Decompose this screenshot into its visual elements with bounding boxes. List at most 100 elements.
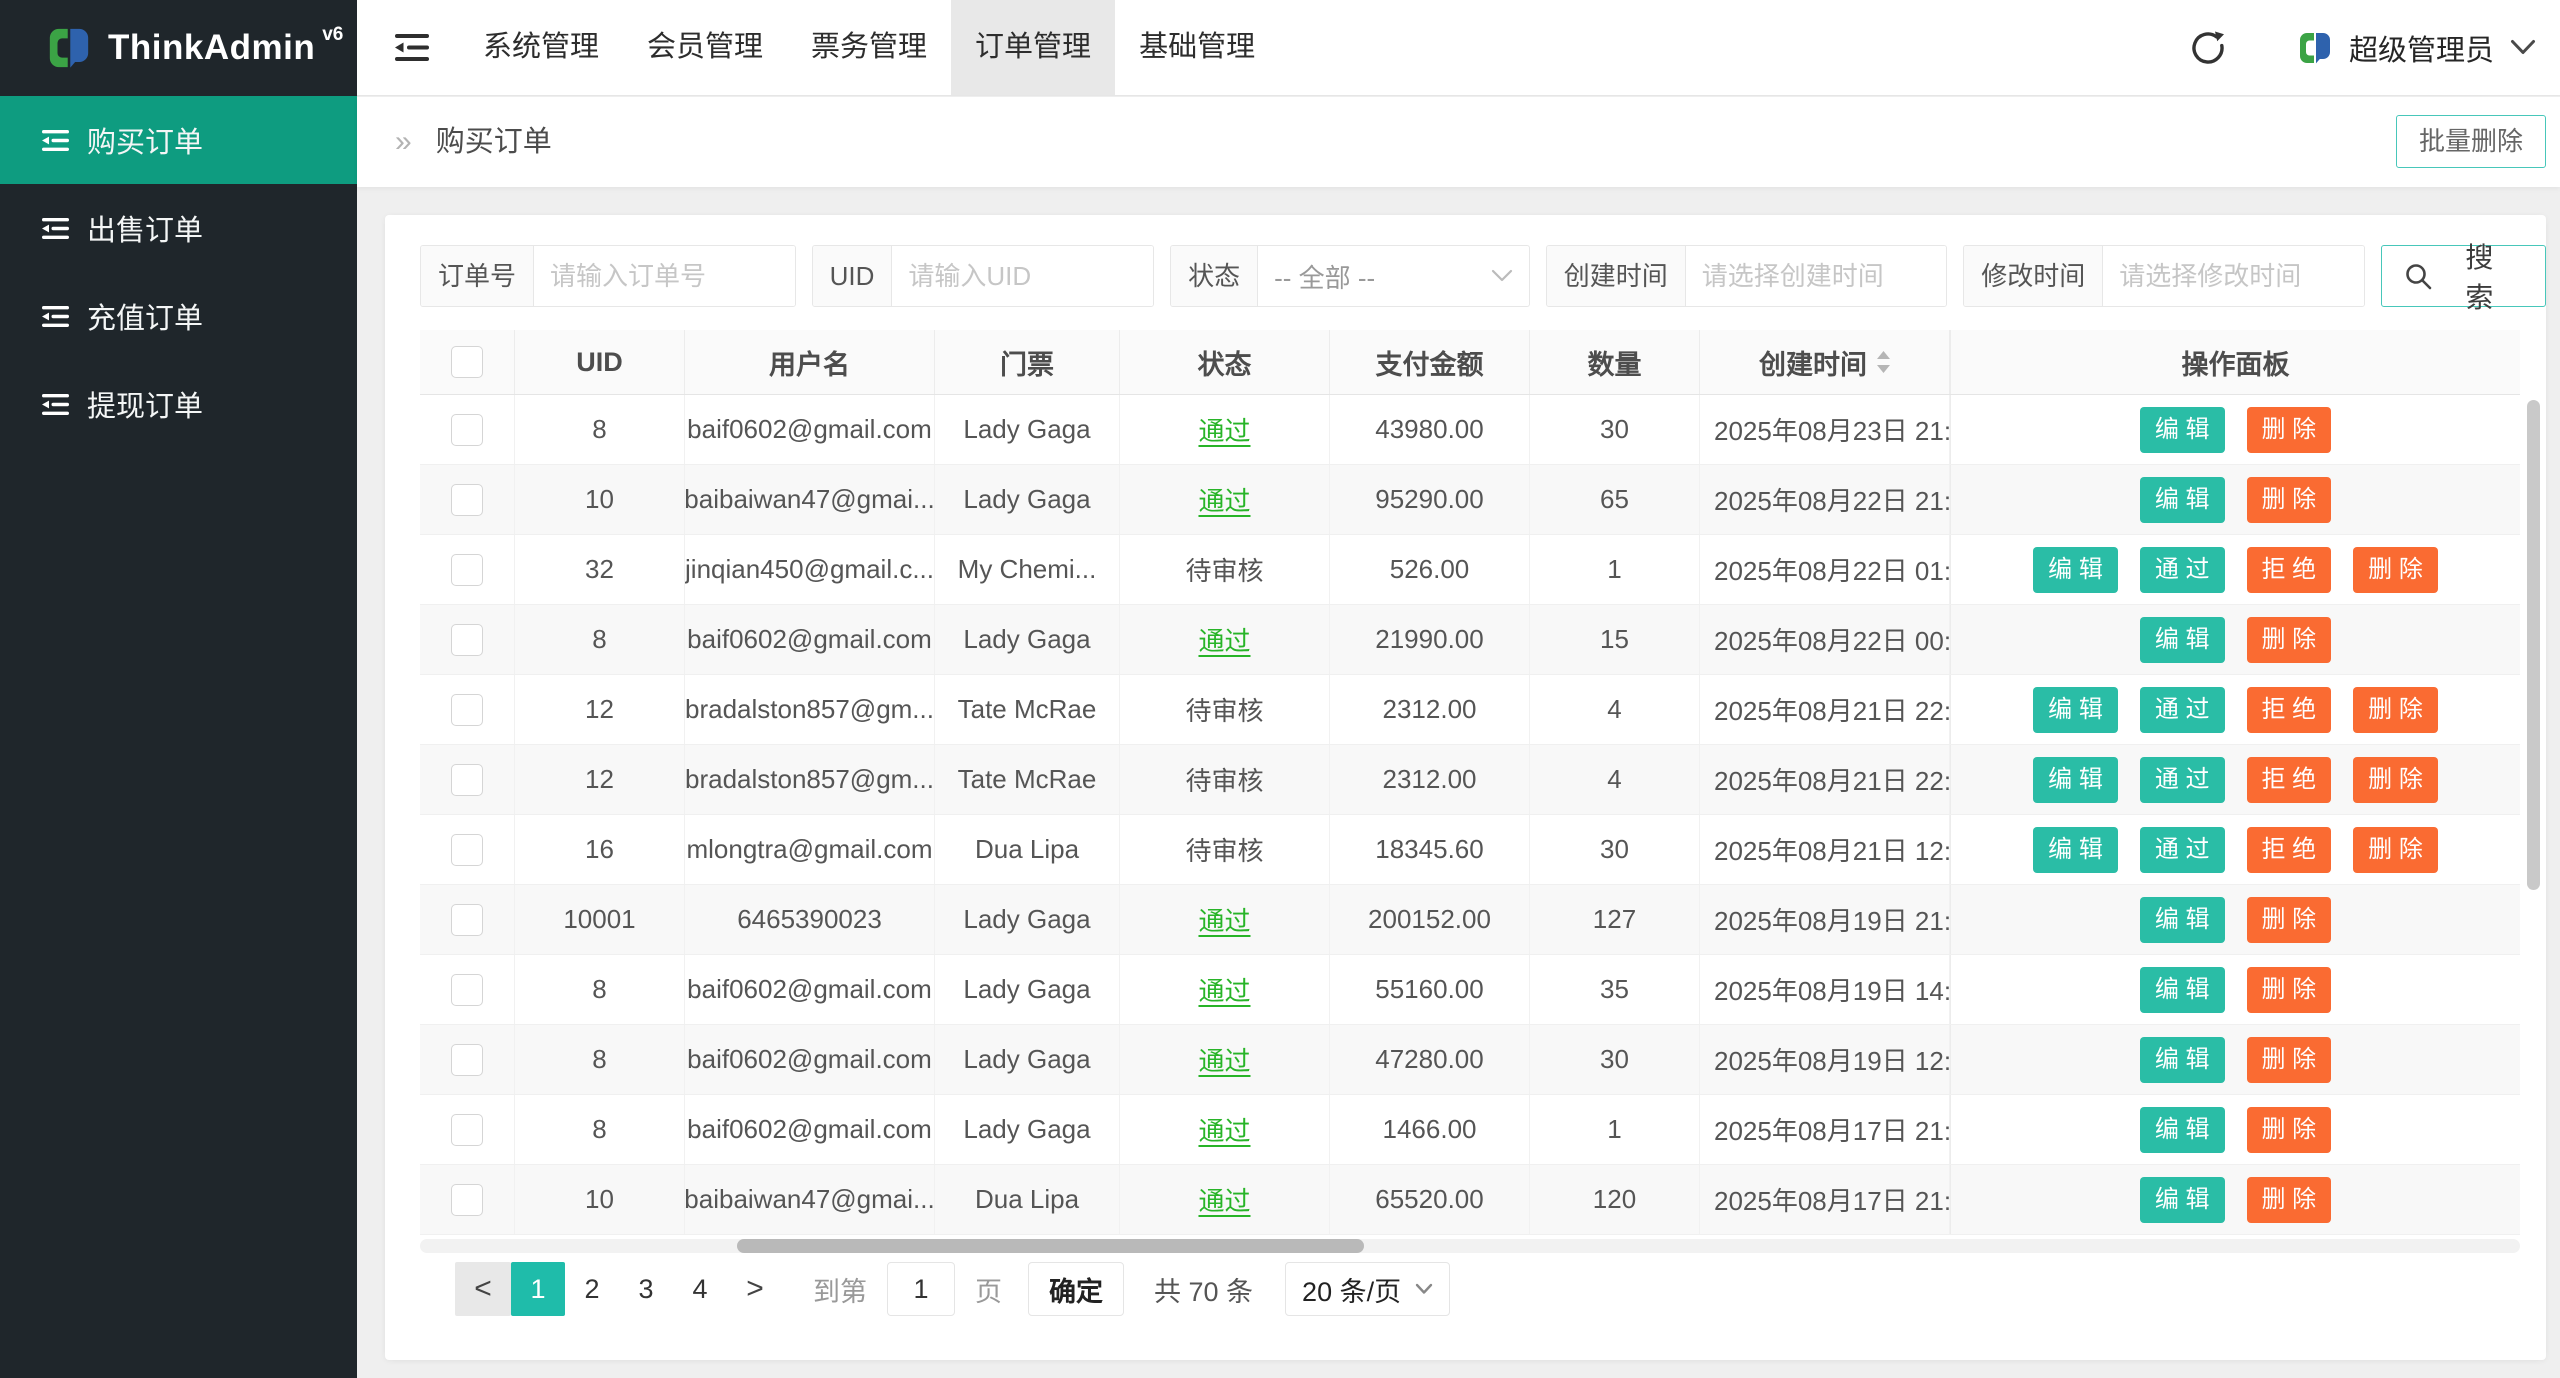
delete-button[interactable]: 删 除 — [2247, 617, 2332, 663]
page-number-2[interactable]: 2 — [565, 1262, 619, 1316]
delete-button[interactable]: 删 除 — [2353, 827, 2438, 873]
delete-button[interactable]: 删 除 — [2247, 1037, 2332, 1083]
row-checkbox[interactable] — [451, 1114, 483, 1146]
goto-page-prefix: 到第 — [813, 1270, 867, 1309]
sidebar-item-withdraw-orders[interactable]: 提现订单 — [0, 360, 357, 448]
edit-button[interactable]: 编 辑 — [2140, 407, 2225, 453]
delete-button[interactable]: 删 除 — [2353, 757, 2438, 803]
status-badge[interactable]: 待审核 — [1185, 691, 1263, 728]
cell-ticket: Dua Lipa — [935, 1165, 1120, 1234]
filter-status-select[interactable]: -- 全部 -- — [1258, 246, 1529, 306]
delete-button[interactable]: 删 除 — [2247, 477, 2332, 523]
row-checkbox[interactable] — [451, 1044, 483, 1076]
sidebar-item-buy-orders[interactable]: 购买订单 — [0, 96, 357, 184]
status-badge[interactable]: 待审核 — [1185, 551, 1263, 588]
edit-button[interactable]: 编 辑 — [2033, 547, 2118, 593]
delete-button[interactable]: 删 除 — [2247, 1107, 2332, 1153]
edit-button[interactable]: 编 辑 — [2033, 687, 2118, 733]
delete-button[interactable]: 删 除 — [2353, 547, 2438, 593]
cell-uid: 8 — [515, 955, 685, 1024]
status-badge[interactable]: 通过 — [1198, 971, 1250, 1008]
page-number-1[interactable]: 1 — [511, 1262, 565, 1316]
approve-button[interactable]: 通 过 — [2140, 687, 2225, 733]
edit-button[interactable]: 编 辑 — [2140, 617, 2225, 663]
approve-button[interactable]: 通 过 — [2140, 757, 2225, 803]
tab-ticket[interactable]: 票务管理 — [787, 0, 951, 95]
filter-create-time-input[interactable] — [1686, 246, 1947, 306]
vertical-scrollbar[interactable] — [2527, 400, 2540, 890]
page-size-select[interactable]: 20 条/页 — [1285, 1262, 1450, 1316]
page-number-4[interactable]: 4 — [673, 1262, 727, 1316]
delete-button[interactable]: 删 除 — [2247, 407, 2332, 453]
status-badge[interactable]: 待审核 — [1185, 831, 1263, 868]
row-checkbox[interactable] — [451, 554, 483, 586]
row-checkbox[interactable] — [451, 834, 483, 866]
row-checkbox[interactable] — [451, 974, 483, 1006]
status-badge[interactable]: 通过 — [1198, 1041, 1250, 1078]
goto-confirm-button[interactable]: 确定 — [1028, 1262, 1124, 1316]
row-checkbox[interactable] — [451, 484, 483, 516]
edit-button[interactable]: 编 辑 — [2140, 1177, 2225, 1223]
edit-button[interactable]: 编 辑 — [2140, 477, 2225, 523]
status-badge[interactable]: 通过 — [1198, 901, 1250, 938]
cell-quantity: 4 — [1530, 745, 1700, 814]
reject-button[interactable]: 拒 绝 — [2247, 827, 2332, 873]
status-badge[interactable]: 通过 — [1198, 411, 1250, 448]
next-page-button[interactable]: > — [727, 1262, 783, 1316]
cell-operations: 编 辑通 过拒 绝删 除 — [1950, 675, 2520, 744]
tab-order[interactable]: 订单管理 — [951, 0, 1115, 95]
row-checkbox[interactable] — [451, 414, 483, 446]
refresh-icon[interactable] — [2191, 31, 2225, 65]
filter-update-time-input[interactable] — [2103, 246, 2364, 306]
edit-button[interactable]: 编 辑 — [2033, 827, 2118, 873]
sort-icon[interactable] — [1877, 351, 1890, 373]
cell-username: bradalston857@gm... — [685, 745, 935, 814]
cell-operations: 编 辑通 过拒 绝删 除 — [1950, 535, 2520, 604]
status-badge[interactable]: 待审核 — [1185, 761, 1263, 798]
delete-button[interactable]: 删 除 — [2247, 967, 2332, 1013]
goto-page-input[interactable] — [887, 1262, 955, 1316]
reject-button[interactable]: 拒 绝 — [2247, 757, 2332, 803]
cell-status: 通过 — [1120, 955, 1330, 1024]
select-all-checkbox[interactable] — [451, 346, 483, 378]
cell-quantity: 65 — [1530, 465, 1700, 534]
status-badge[interactable]: 通过 — [1198, 1181, 1250, 1218]
tab-member[interactable]: 会员管理 — [623, 0, 787, 95]
filter-order-no-input[interactable] — [534, 246, 796, 306]
tab-basic[interactable]: 基础管理 — [1115, 0, 1279, 95]
row-checkbox[interactable] — [451, 904, 483, 936]
tab-system[interactable]: 系统管理 — [459, 0, 623, 95]
row-checkbox[interactable] — [451, 624, 483, 656]
reject-button[interactable]: 拒 绝 — [2247, 547, 2332, 593]
status-badge[interactable]: 通过 — [1198, 1111, 1250, 1148]
prev-page-button[interactable]: < — [455, 1262, 511, 1316]
sidebar-item-recharge-orders[interactable]: 充值订单 — [0, 272, 357, 360]
row-checkbox[interactable] — [451, 764, 483, 796]
delete-button[interactable]: 删 除 — [2247, 1177, 2332, 1223]
row-checkbox[interactable] — [451, 694, 483, 726]
edit-button[interactable]: 编 辑 — [2140, 967, 2225, 1013]
edit-button[interactable]: 编 辑 — [2033, 757, 2118, 803]
approve-button[interactable]: 通 过 — [2140, 827, 2225, 873]
delete-button[interactable]: 删 除 — [2247, 897, 2332, 943]
cell-ticket: My Chemi... — [935, 535, 1120, 604]
delete-button[interactable]: 删 除 — [2353, 687, 2438, 733]
cell-amount: 65520.00 — [1330, 1165, 1530, 1234]
user-menu[interactable]: 超级管理员 — [2297, 27, 2536, 69]
edit-button[interactable]: 编 辑 — [2140, 1107, 2225, 1153]
approve-button[interactable]: 通 过 — [2140, 547, 2225, 593]
reject-button[interactable]: 拒 绝 — [2247, 687, 2332, 733]
search-button[interactable]: 搜 索 — [2381, 245, 2546, 307]
horizontal-scrollbar[interactable] — [737, 1239, 1364, 1253]
status-badge[interactable]: 通过 — [1198, 481, 1250, 518]
page-number-3[interactable]: 3 — [619, 1262, 673, 1316]
sidebar-toggle-icon[interactable] — [395, 34, 429, 61]
batch-delete-button[interactable]: 批量删除 — [2396, 115, 2546, 168]
row-checkbox[interactable] — [451, 1184, 483, 1216]
filter-uid-input[interactable] — [892, 246, 1154, 306]
edit-button[interactable]: 编 辑 — [2140, 897, 2225, 943]
sidebar-item-sell-orders[interactable]: 出售订单 — [0, 184, 357, 272]
edit-button[interactable]: 编 辑 — [2140, 1037, 2225, 1083]
cell-status: 通过 — [1120, 395, 1330, 464]
status-badge[interactable]: 通过 — [1198, 621, 1250, 658]
